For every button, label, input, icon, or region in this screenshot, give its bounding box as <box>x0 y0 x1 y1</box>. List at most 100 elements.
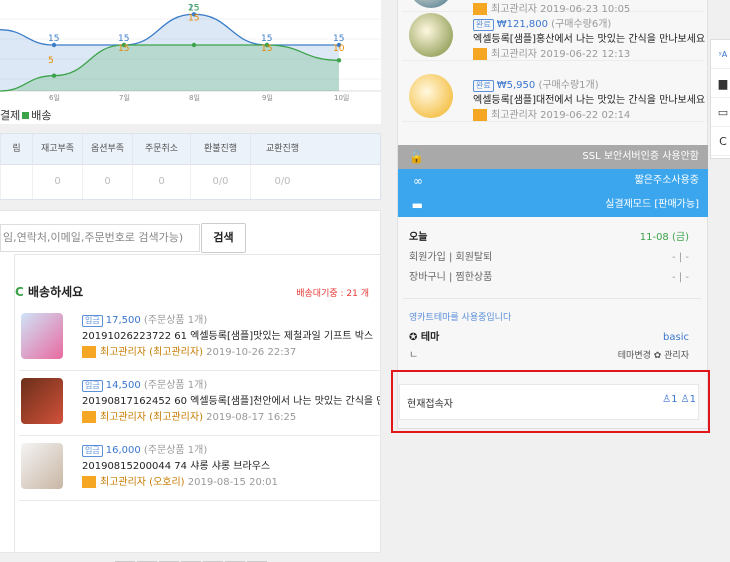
data-point <box>191 42 197 48</box>
font-icon[interactable]: ʸA <box>711 40 730 69</box>
feed-title[interactable]: 엑셀등록[샘플]홍산에서 나는 맛있는 간식을 만나보세요 <box>473 30 705 45</box>
search-button[interactable]: 검색 <box>201 223 246 253</box>
order-item[interactable]: 입금 14,500 (주문상품 1개) 20190817162452 60 엑셀등록… <box>19 372 381 436</box>
feed-qty: (구매수량1개) <box>538 80 599 91</box>
right-sidebar: 최고관리자 2019-06-23 10:05 완료 ₩121,800 (구매수량6개… <box>397 0 708 429</box>
order-search-panel: 임,연락처,이메일,주문번호로 검색가능) 검색 C 배송하세요 배송대기중 :… <box>0 210 381 562</box>
order-title[interactable]: 20190815200044 74 샤롱 샤롱 브라우스 <box>82 457 380 472</box>
feed-item[interactable]: 완료 ₩5,950 (구매수량1개) 엑셀등록[샘플]대전에서 나는 맛있는 간식을… <box>402 66 705 122</box>
status-header-3: 주문취소 <box>132 134 190 165</box>
feed-meta: 최고관리자 2019-06-22 02:14 <box>491 110 631 121</box>
refresh-icon[interactable]: C <box>15 285 24 299</box>
order-item[interactable]: 입금 17,500 (주문상품 1개) 20191026223722 61 엑셀등록… <box>19 307 381 371</box>
today-label: 오늘 <box>409 232 428 243</box>
current-users-label: 현재접속자 <box>407 399 453 410</box>
status-value-1[interactable]: 0 <box>32 165 82 199</box>
data-label: 15 <box>188 13 199 23</box>
data-point <box>336 58 342 63</box>
data-label: 15 <box>118 44 129 54</box>
data-label: 5 <box>48 56 54 66</box>
order-status-table: 림 재고부족 0 옵션부족 0 주문취소 0 환불진행 0/0 교환진행 0/0 <box>0 133 381 200</box>
legend-ship-swatch <box>22 112 30 119</box>
monitor-icon[interactable]: ▭ <box>711 98 730 127</box>
current-users-v2: 1 <box>689 394 696 405</box>
feed-meta: 최고관리자 2019-06-22 12:13 <box>491 49 631 60</box>
legend-pay: 결제 <box>0 109 21 122</box>
data-label: 15 <box>48 34 59 44</box>
order-who: 최고관리자 (최고관리자) <box>100 347 203 358</box>
order-title[interactable]: 20190817162452 60 엑셀등록[샘플]천안에서 나는 맛있는 간식… <box>82 392 380 407</box>
tick-label: 8일 <box>189 93 200 102</box>
order-price: 16,000 <box>105 445 141 456</box>
status-bar-0[interactable]: 🔓 SSL 보안서버인증 사용안함 <box>398 145 708 169</box>
status-value-3[interactable]: 0 <box>132 165 190 199</box>
status-value-5[interactable]: 0/0 <box>250 165 314 199</box>
order-qty: (주문상품 1개) <box>143 445 208 456</box>
status-header-1: 재고부족 <box>32 134 82 165</box>
cart-wish-value: - | - <box>672 272 689 283</box>
shipping-title: C 배송하세요 <box>15 283 83 300</box>
status-bar-label: 짧은주소사용중 <box>634 175 699 186</box>
status-bar-2[interactable]: ▬ 실결제모드 [판매가능] <box>398 193 708 217</box>
feed-price: ₩121,800 <box>496 19 548 30</box>
sales-chart: 15 5 15 15 15 15 15 15 15 10 25 6일 7일 8일 9일 10일 <box>0 0 381 124</box>
theme-label: 테마 <box>420 332 440 343</box>
feed-price: ₩5,950 <box>496 80 536 91</box>
peak-label: 25 <box>188 3 199 13</box>
order-who: 최고관리자 (최고관리자) <box>100 412 203 423</box>
today-weekday: (금) <box>671 232 689 243</box>
order-price: 14,500 <box>105 380 141 391</box>
shipping-count: 배송대기중 : 21 개 <box>296 289 369 299</box>
status-header-5: 교환진행 <box>250 134 314 165</box>
product-image <box>409 74 453 118</box>
card-icon: ▬ <box>411 198 423 212</box>
chart-legend: 결제 배송 <box>0 107 52 123</box>
avatar <box>473 48 487 60</box>
today-date: 11-08 <box>639 232 669 243</box>
order-date: 2019-08-17 16:25 <box>206 412 297 423</box>
trash-icon[interactable]: ▆ <box>711 69 730 98</box>
current-users-count[interactable]: ♙1 ♙1 <box>662 394 696 405</box>
order-title[interactable]: 20191026223722 61 엑셀등록[샘플]맛있는 제철과일 기프트 박… <box>82 327 380 342</box>
data-label: 15 <box>333 34 344 44</box>
status-bar-1[interactable]: ∞ 짧은주소사용중 <box>398 169 708 193</box>
refresh-page-icon[interactable]: C <box>711 127 730 156</box>
order-tag: 입금 <box>82 445 103 457</box>
feed-qty: (구매수량6개) <box>551 19 612 30</box>
join-leave-value: - | - <box>672 252 689 263</box>
link-icon: ∞ <box>413 174 423 188</box>
feed-title[interactable]: 엑셀등록[샘플]대전에서 나는 맛있는 간식을 만나보세요 <box>473 91 705 106</box>
status-value-4[interactable]: 0/0 <box>190 165 250 199</box>
status-bar-label: 실결제모드 [판매가능] <box>605 199 699 210</box>
data-point <box>51 73 57 78</box>
tick-label: 9일 <box>262 93 273 102</box>
feed-item[interactable]: 완료 ₩121,800 (구매수량6개) 엑셀등록[샘플]홍산에서 나는 맛있는 간… <box>402 5 705 61</box>
status-value-0[interactable] <box>0 165 32 199</box>
status-value-2[interactable]: 0 <box>82 165 132 199</box>
legend-ship: 배송 <box>31 109 52 122</box>
order-qty: (주문상품 1개) <box>143 380 208 391</box>
order-date: 2019-08-15 20:01 <box>187 477 278 488</box>
current-users-highlight: 현재접속자 ♙1 ♙1 <box>391 370 710 433</box>
order-item[interactable]: 입금 16,000 (주문상품 1개) 20190815200044 74 샤롱 샤… <box>19 437 381 501</box>
avatar <box>82 411 96 423</box>
status-header-4: 환불진행 <box>190 134 250 165</box>
theme-links[interactable]: 테마변경 ✿ 관리자 <box>618 346 689 366</box>
search-input[interactable]: 임,연락처,이메일,주문번호로 검색가능) <box>0 224 200 252</box>
tick-label: 7일 <box>119 93 130 102</box>
current-users-v1: 1 <box>671 394 678 405</box>
theme-value: basic <box>663 332 689 343</box>
data-label: 10 <box>333 44 345 54</box>
order-thumbnail <box>21 378 63 424</box>
product-image <box>409 13 453 57</box>
join-leave-label: 회원가입 | 회원탈퇴 <box>409 252 493 263</box>
line-chart: 1551515151515151510256일 7일 8일 9일 10일 <box>0 3 381 102</box>
data-label: 15 <box>118 34 129 44</box>
cart-wish-label: 장바구니 | 찜한상품 <box>409 272 493 283</box>
lock-icon: 🔓 <box>409 150 424 164</box>
order-thumbnail <box>21 313 63 359</box>
user-icon: ♙ <box>662 394 672 405</box>
data-label: 15 <box>261 44 272 54</box>
order-thumbnail <box>21 443 63 489</box>
avatar <box>82 476 96 488</box>
